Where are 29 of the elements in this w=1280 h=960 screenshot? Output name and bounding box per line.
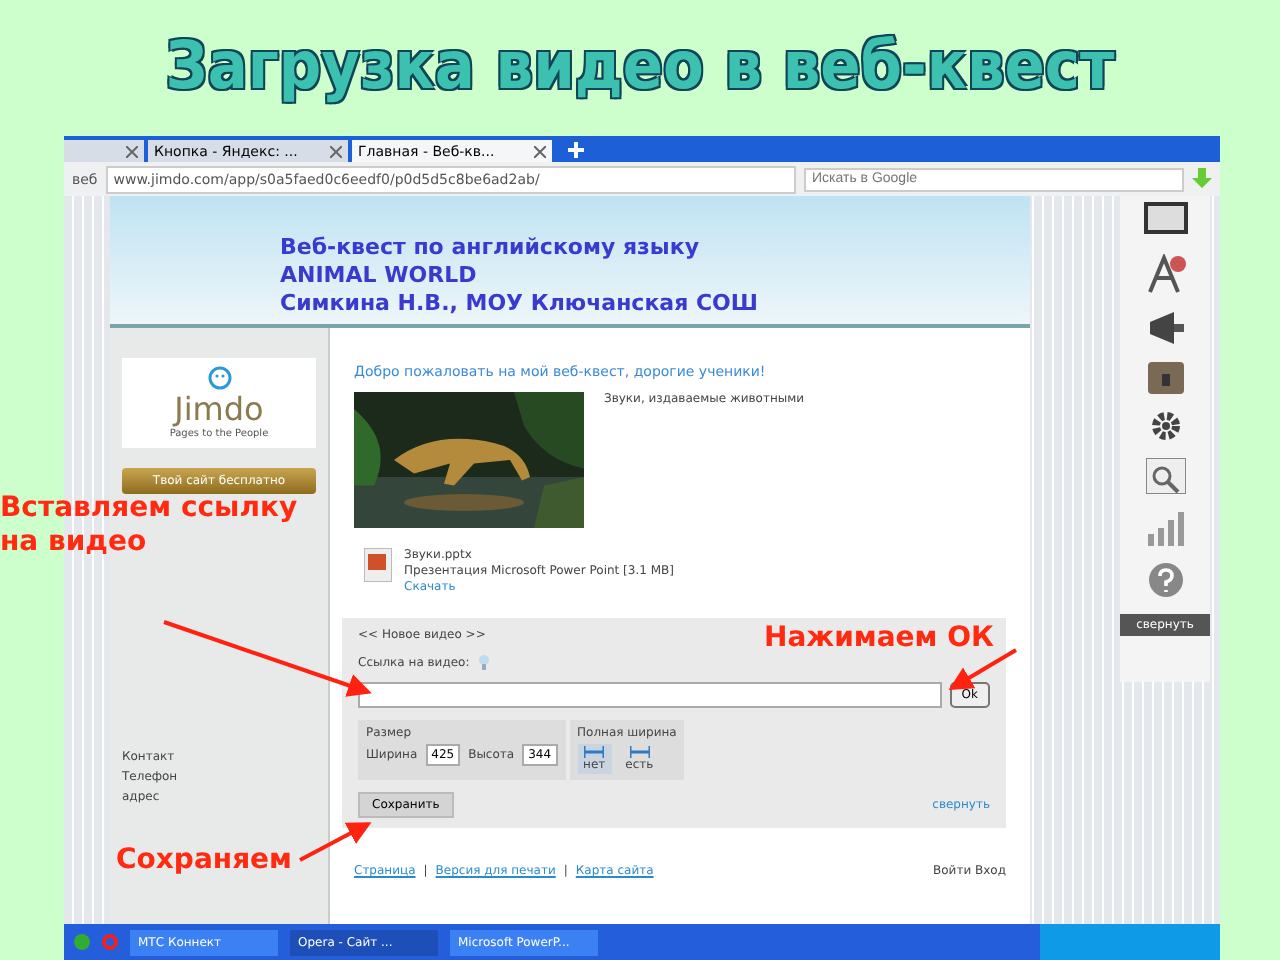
bar-chart-icon[interactable]: [1147, 510, 1183, 546]
header-text: Веб-квест по английскому языку: [280, 234, 702, 262]
close-icon[interactable]: [126, 145, 138, 157]
arrow: [948, 648, 1018, 691]
arrows-icon: [584, 746, 605, 758]
arrows-icon: [629, 746, 650, 758]
close-icon[interactable]: [534, 145, 546, 157]
annotation-text: Нажимаем ОК: [764, 622, 994, 656]
presentation-file-icon: [364, 548, 392, 582]
slide-title: Загрузка видео в веб-квест: [163, 24, 1117, 108]
header-text: Симкина Н.В., МОУ Ключанская СОШ: [280, 290, 760, 318]
help-icon[interactable]: [1147, 562, 1183, 598]
settings-icon[interactable]: [1149, 410, 1181, 442]
header-text: ANIMAL WORLD: [280, 262, 479, 290]
video-link-field[interactable]: [358, 682, 942, 708]
logo-text: Jimdo: [174, 390, 264, 428]
close-icon[interactable]: [330, 145, 342, 157]
search-icon[interactable]: [1145, 458, 1185, 494]
layout-icon[interactable]: [1143, 202, 1187, 238]
new-tab-icon[interactable]: [568, 142, 584, 158]
smiley-icon: [207, 366, 231, 390]
annotation-text: Сохраняем: [116, 844, 292, 878]
font-icon[interactable]: [1145, 254, 1185, 294]
arrow: [299, 822, 372, 862]
megaphone-icon[interactable]: [1145, 310, 1185, 346]
browser-tab[interactable]: [64, 140, 144, 162]
lightbulb-icon: [477, 654, 490, 670]
annotation-text: Вставляем ссылку на видео: [0, 492, 300, 560]
box-icon[interactable]: [1147, 362, 1183, 394]
